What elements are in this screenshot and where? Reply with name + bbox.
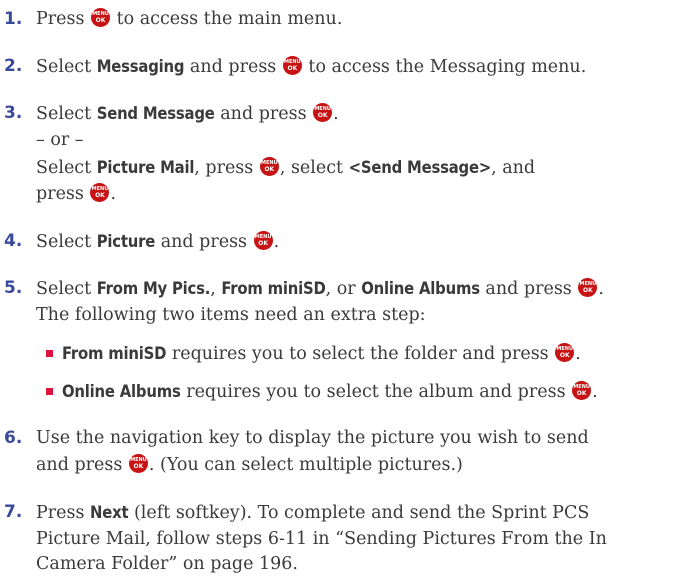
step-text: Select Send Message and press .	[36, 100, 668, 128]
step-text: Select Picture Mail, press , select <Sen…	[36, 154, 668, 182]
step-text: Select Picture and press .	[36, 228, 668, 256]
menu-ok-key-icon	[259, 157, 279, 176]
text: and press	[184, 57, 282, 77]
menu-name: Online Albums	[62, 382, 181, 401]
text: press	[36, 184, 90, 204]
step-number: 7.	[4, 502, 23, 522]
text: and press	[214, 104, 313, 124]
text: .	[598, 279, 604, 299]
text: .	[592, 382, 598, 402]
instruction-page: 1. Press to access the main menu. 2. Sel…	[0, 0, 675, 576]
step-number: 6.	[4, 428, 23, 448]
menu-name: From My Pics.	[96, 279, 211, 298]
menu-name: Messaging	[96, 57, 185, 76]
step-text: Use the navigation key to display the pi…	[36, 428, 589, 448]
text: .	[575, 344, 581, 364]
menu-name: Picture	[96, 232, 156, 251]
text: , select	[279, 158, 349, 178]
text: (left softkey). To complete and send the…	[128, 503, 590, 523]
text: Press	[36, 9, 91, 29]
step-number: 2.	[4, 56, 23, 76]
text: and press	[479, 279, 578, 299]
text: , and	[491, 158, 536, 178]
text: and press	[36, 455, 128, 475]
step-text: Select Messaging and press to access the…	[36, 53, 668, 81]
step-text: The following two items need an extra st…	[36, 305, 426, 325]
text: .	[273, 232, 280, 252]
menu-name: From miniSD	[62, 344, 167, 363]
bullet-item: Online Albums requires you to select the…	[46, 378, 668, 406]
step-text: Press Next (left softkey). To complete a…	[36, 499, 668, 527]
text: to access the Messaging menu.	[308, 57, 587, 77]
text: Press	[36, 503, 91, 523]
softkey-name: Next	[90, 503, 129, 522]
step-number: 1.	[4, 9, 23, 29]
menu-ok-key-icon	[578, 278, 598, 297]
text: Select	[36, 57, 97, 77]
step-number: 4.	[4, 231, 23, 251]
menu-ok-key-icon	[282, 56, 302, 75]
bullet-item: From miniSD requires you to select the f…	[46, 340, 668, 368]
step-text: press .	[36, 181, 668, 208]
text: requires you to select the folder and pr…	[166, 344, 555, 364]
step-text: and press . (You can select multiple pic…	[36, 452, 668, 479]
text: Select	[36, 232, 97, 252]
text: ,	[210, 279, 222, 299]
step-number: 3.	[4, 103, 23, 123]
or-separator: – or –	[36, 130, 84, 150]
text: Select	[36, 104, 97, 124]
text: and press	[155, 232, 253, 252]
menu-ok-key-icon	[555, 343, 575, 362]
step-text: Press to access the main menu.	[36, 6, 668, 33]
menu-name: Online Albums	[361, 279, 480, 298]
menu-ok-key-icon	[128, 454, 148, 473]
text: Select	[36, 279, 97, 299]
text: , press	[194, 158, 259, 178]
menu-ok-key-icon	[253, 231, 273, 250]
menu-name: <Send Message>	[348, 158, 492, 177]
menu-name: Send Message	[96, 104, 215, 123]
bullet-icon	[46, 388, 53, 395]
step-text: Camera Folder” on page 196.	[36, 554, 298, 574]
menu-ok-key-icon	[90, 183, 110, 202]
step-text: Picture Mail, follow steps 6-11 in “Send…	[36, 529, 607, 549]
menu-ok-key-icon	[91, 8, 111, 27]
menu-ok-key-icon	[572, 381, 592, 400]
menu-name: From miniSD	[221, 279, 326, 298]
bullet-icon	[46, 350, 53, 357]
text: to access the main menu.	[116, 9, 343, 29]
text: .	[110, 184, 117, 204]
text: requires you to select the album and pre…	[180, 382, 572, 402]
step-number: 5.	[4, 278, 23, 298]
text: .	[333, 104, 339, 124]
menu-ok-key-icon	[313, 103, 333, 122]
menu-name: Picture Mail	[96, 158, 195, 177]
text: , or	[325, 279, 362, 299]
step-text: Select From My Pics., From miniSD, or On…	[36, 275, 668, 303]
text: . (You can select multiple pictures.)	[148, 455, 463, 475]
text: Select	[36, 158, 97, 178]
